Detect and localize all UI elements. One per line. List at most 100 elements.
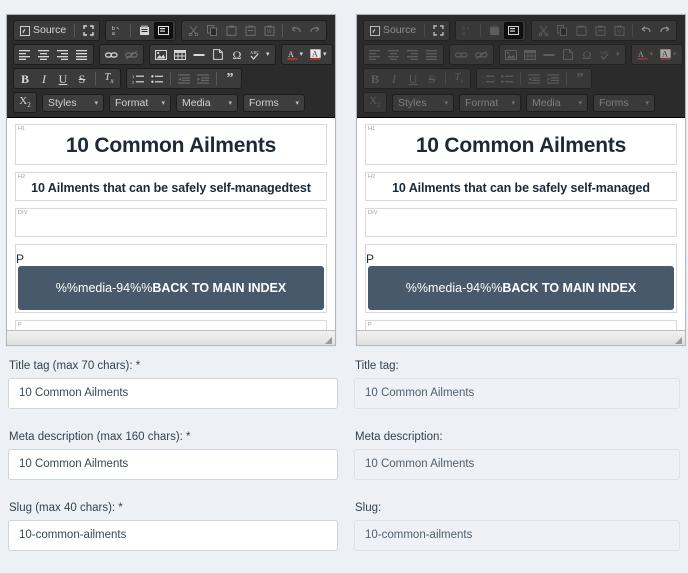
forms-combo[interactable]: Forms ▾ (243, 93, 305, 112)
paste-as-text-button[interactable] (591, 22, 609, 39)
blockquote-button[interactable]: ” (221, 70, 239, 87)
source-button[interactable]: Source (16, 22, 70, 39)
align-left-button[interactable] (366, 46, 384, 63)
rich-text-editor-left[interactable]: Source b ↰ a W Ω ABC ▾ A ▾ A ▾ B I U S T… (6, 14, 336, 346)
paste-from-word-doc-button[interactable]: W (610, 22, 628, 39)
paste-button[interactable] (222, 22, 240, 39)
maximize-button[interactable] (429, 22, 447, 39)
page-break-button[interactable] (209, 46, 227, 63)
strikethrough-button[interactable]: S (423, 70, 441, 87)
increase-indent-button[interactable] (194, 70, 212, 87)
media-combo[interactable]: Media ▾ (526, 93, 588, 112)
maximize-button[interactable] (79, 22, 97, 39)
editor-content-area-right[interactable]: H1 10 Common Ailments H2 10 Ailments tha… (357, 118, 685, 330)
align-right-button[interactable] (404, 46, 422, 63)
background-color-button[interactable]: A ▾ (657, 46, 680, 63)
content-block-paragraph[interactable]: P %%grid-44%% (365, 320, 677, 330)
bulleted-list-button[interactable] (148, 70, 166, 87)
numbered-list-button[interactable]: 12 (129, 70, 147, 87)
bold-button[interactable]: B (366, 70, 384, 87)
align-left-button[interactable] (16, 46, 34, 63)
content-block-div[interactable]: DIV (15, 208, 327, 237)
undo-button[interactable] (287, 22, 305, 39)
remove-format-button[interactable]: Tx (450, 70, 468, 87)
copy-button[interactable] (203, 22, 221, 39)
media-combo[interactable]: Media ▾ (176, 93, 238, 112)
link-button[interactable] (102, 46, 121, 63)
content-block-h1[interactable]: H1 10 Common Ailments (365, 124, 677, 165)
title-tag-input[interactable]: 10 Common Ailments (8, 378, 338, 409)
horizontal-rule-button[interactable] (540, 46, 558, 63)
align-justify-button[interactable] (423, 46, 441, 63)
undo-button[interactable] (637, 22, 655, 39)
align-center-button[interactable] (385, 46, 403, 63)
rich-text-editor-right[interactable]: Source b ↰ a W Ω ABC ▾ A ▾ A ▾ B I U S T… (356, 14, 686, 346)
source-button[interactable]: Source (366, 22, 420, 39)
decrease-indent-button[interactable] (525, 70, 543, 87)
content-block-banner[interactable]: P %%media-94%% BACK TO MAIN INDEX (15, 244, 327, 313)
italic-button[interactable]: I (385, 70, 403, 87)
horizontal-rule-button[interactable] (190, 46, 208, 63)
italic-button[interactable]: I (35, 70, 53, 87)
increase-indent-button[interactable] (544, 70, 562, 87)
show-blocks-button[interactable] (154, 22, 174, 39)
format-combo[interactable]: Format ▾ (459, 93, 521, 112)
spell-check-button[interactable]: ABC ▾ (247, 46, 273, 63)
cut-button[interactable] (534, 22, 552, 39)
image-button[interactable] (502, 46, 520, 63)
table-button[interactable] (171, 46, 189, 63)
redo-button[interactable] (306, 22, 324, 39)
subscript-button[interactable]: X2 (366, 94, 384, 111)
text-color-button[interactable]: A ▾ (634, 46, 657, 63)
content-block-paragraph[interactable]: P %%grid-44%% (15, 320, 327, 330)
editor-content-area-left[interactable]: H1 10 Common Ailments H2 10 Ailments tha… (7, 118, 335, 330)
special-character-button[interactable]: Ω (578, 46, 596, 63)
bulleted-list-button[interactable] (498, 70, 516, 87)
resize-handle[interactable] (323, 334, 333, 344)
content-block-div[interactable]: DIV (365, 208, 677, 237)
redo-button[interactable] (656, 22, 674, 39)
unlink-button[interactable] (472, 46, 491, 63)
styles-combo[interactable]: Styles ▾ (42, 93, 104, 112)
content-block-h1[interactable]: H1 10 Common Ailments (15, 124, 327, 165)
text-direction-ltr-button[interactable]: b ↰ a (458, 22, 476, 39)
image-button[interactable] (152, 46, 170, 63)
text-color-button[interactable]: A ▾ (284, 46, 307, 63)
subscript-button[interactable]: X2 (16, 94, 34, 111)
align-right-button[interactable] (54, 46, 72, 63)
content-block-h2[interactable]: H2 10 Ailments that can be safely self-m… (15, 172, 327, 201)
paste-from-word-doc-button[interactable]: W (260, 22, 278, 39)
numbered-list-button[interactable]: 12 (479, 70, 497, 87)
text-direction-ltr-button[interactable]: b ↰ a (108, 22, 126, 39)
meta-description-input[interactable]: 10 Common Ailments (8, 449, 338, 480)
paste-as-text-button[interactable] (241, 22, 259, 39)
content-block-banner[interactable]: P %%media-94%% BACK TO MAIN INDEX (365, 244, 677, 313)
slug-input[interactable]: 10-common-ailments (8, 520, 338, 551)
forms-combo[interactable]: Forms ▾ (593, 93, 655, 112)
link-button[interactable] (452, 46, 471, 63)
bold-button[interactable]: B (16, 70, 34, 87)
background-color-button[interactable]: A ▾ (307, 46, 330, 63)
decrease-indent-button[interactable] (175, 70, 193, 87)
back-to-main-index-banner[interactable]: %%media-94%% BACK TO MAIN INDEX (18, 266, 324, 310)
paste-button[interactable] (572, 22, 590, 39)
table-button[interactable] (521, 46, 539, 63)
unlink-button[interactable] (122, 46, 141, 63)
show-blocks-button[interactable] (504, 22, 524, 39)
underline-button[interactable]: U (54, 70, 72, 87)
paste-from-word-button[interactable] (135, 22, 153, 39)
align-center-button[interactable] (35, 46, 53, 63)
page-break-button[interactable] (559, 46, 577, 63)
copy-button[interactable] (553, 22, 571, 39)
resize-handle[interactable] (673, 334, 683, 344)
paste-from-word-button[interactable] (485, 22, 503, 39)
spell-check-button[interactable]: ABC ▾ (597, 46, 623, 63)
format-combo[interactable]: Format ▾ (109, 93, 171, 112)
content-block-h2[interactable]: H2 10 Ailments that can be safely self-m… (365, 172, 677, 201)
cut-button[interactable] (184, 22, 202, 39)
align-justify-button[interactable] (73, 46, 91, 63)
special-character-button[interactable]: Ω (228, 46, 246, 63)
remove-format-button[interactable]: Tx (100, 70, 118, 87)
styles-combo[interactable]: Styles ▾ (392, 93, 454, 112)
blockquote-button[interactable]: ” (571, 70, 589, 87)
